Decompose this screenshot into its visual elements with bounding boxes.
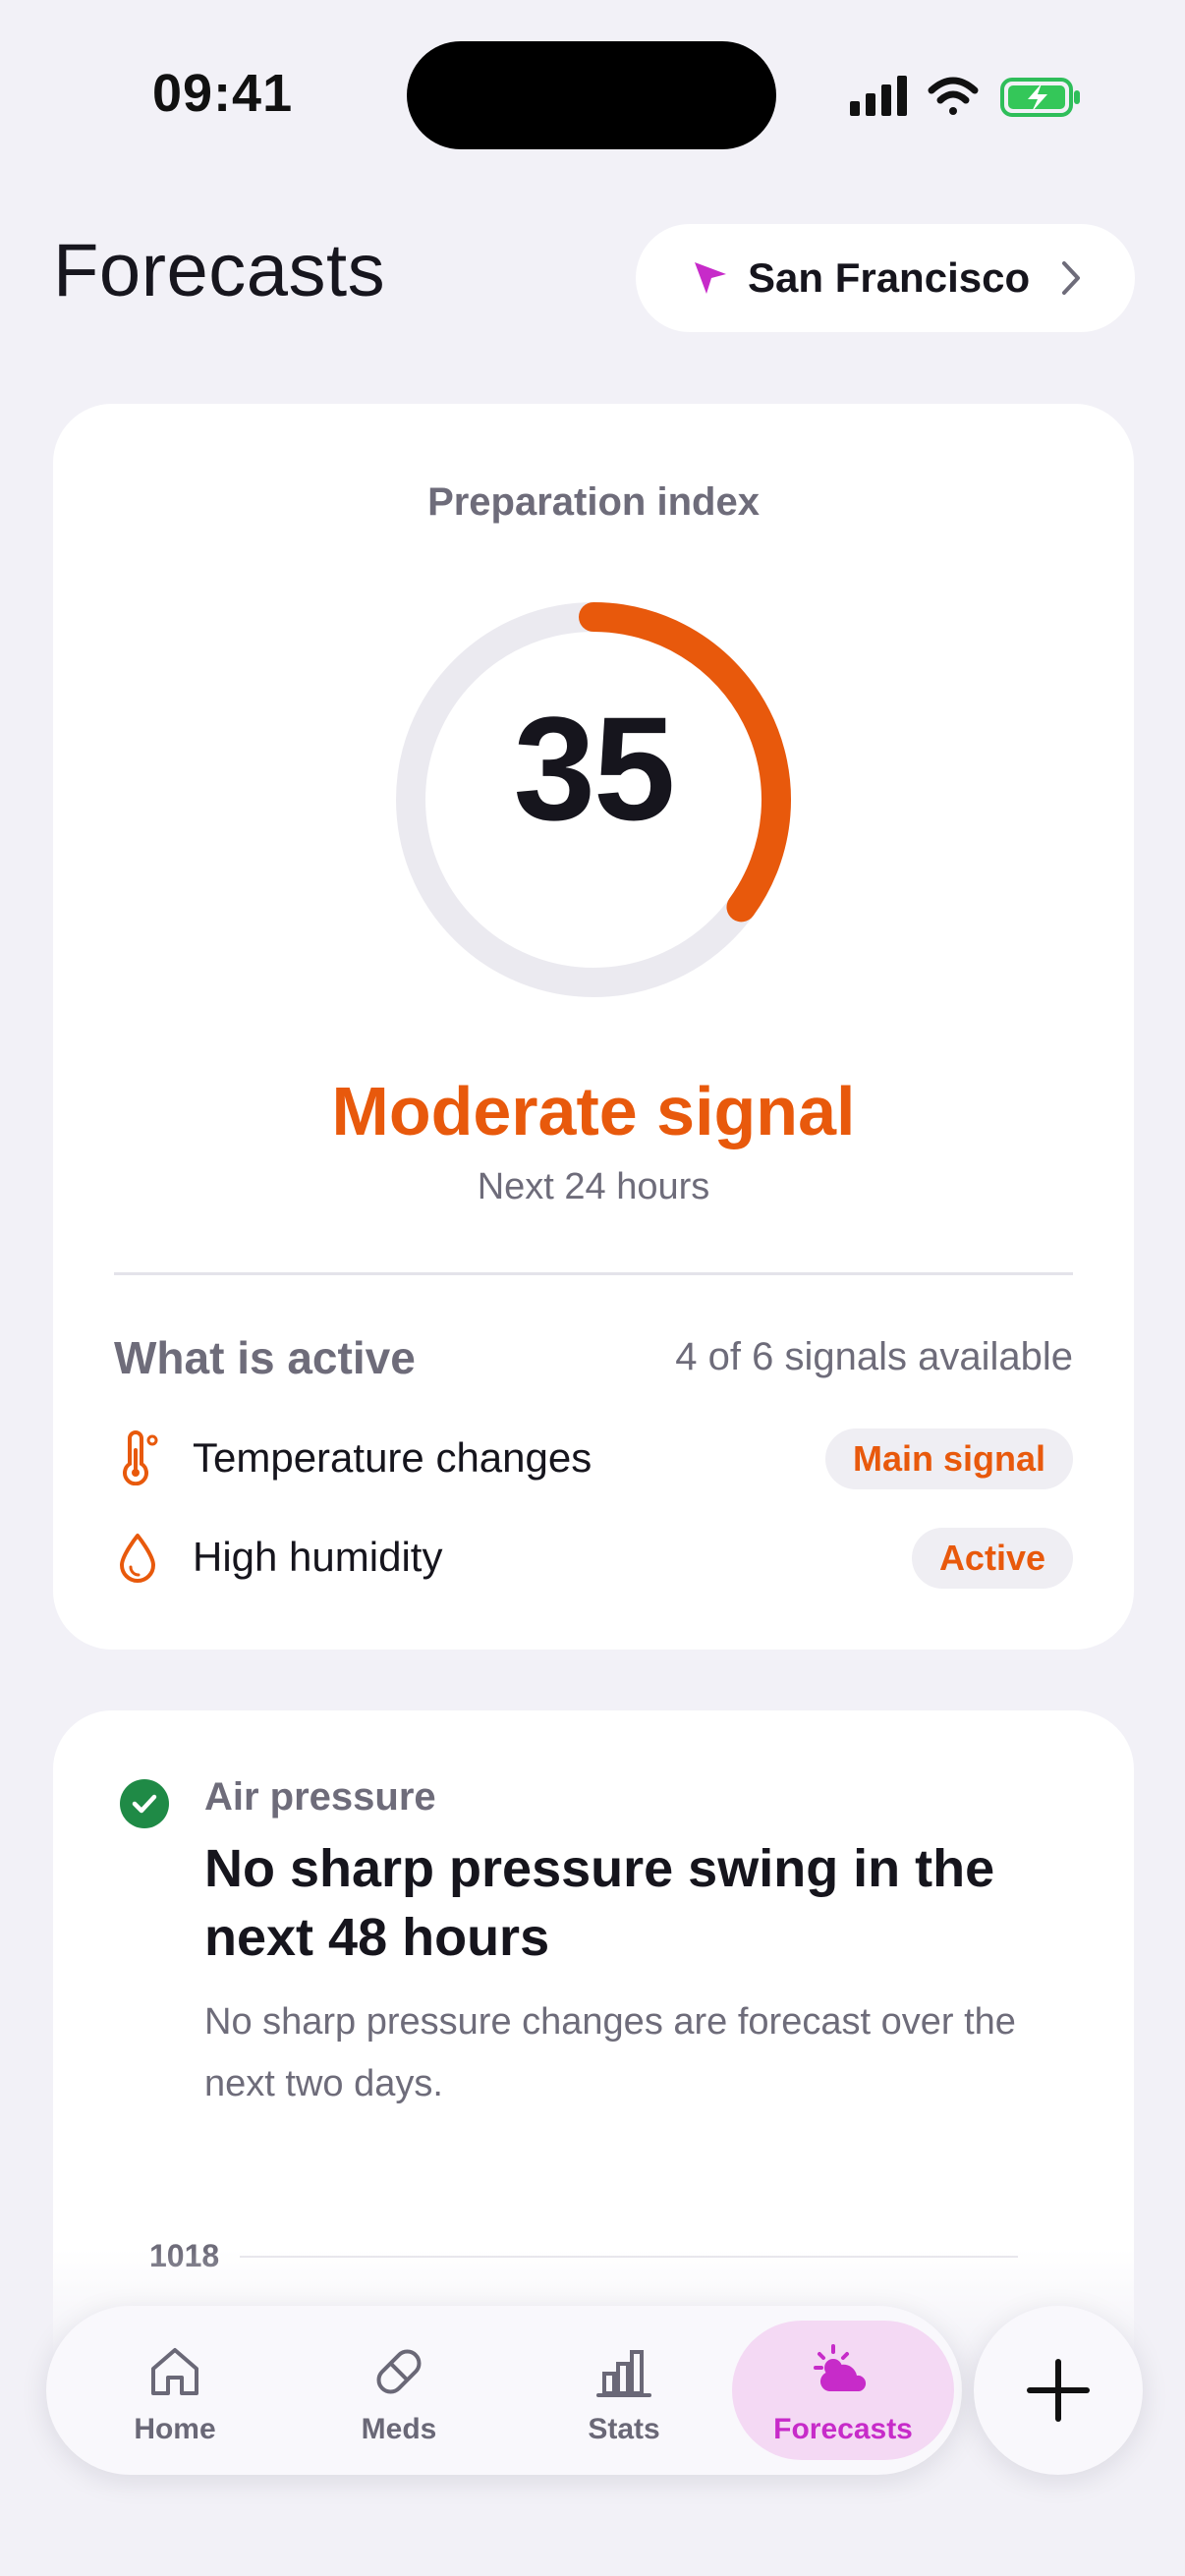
bar-chart-icon — [596, 2350, 651, 2397]
tab-stats[interactable]: Stats — [513, 2321, 735, 2460]
preparation-index-card: Preparation index 35 Moderate signal Nex… — [53, 404, 1134, 1650]
droplet-icon — [120, 1534, 155, 1583]
add-button[interactable] — [974, 2306, 1143, 2475]
thermometer-icon — [123, 1430, 158, 1485]
tab-label: Home — [134, 2413, 216, 2445]
location-selector-button[interactable]: San Francisco — [636, 224, 1135, 332]
status-badge: Main signal — [824, 1428, 1073, 1489]
pressure-title: No sharp pressure swing in the next 48 h… — [204, 1839, 995, 1967]
active-count: 4 of 6 signals available — [675, 1335, 1073, 1378]
index-label: Preparation index — [427, 480, 760, 524]
tab-home[interactable]: Home — [64, 2321, 286, 2460]
tab-meds[interactable]: Meds — [288, 2321, 510, 2460]
index-value: 35 — [513, 686, 676, 851]
home-icon — [151, 2348, 198, 2395]
chevron-right-icon — [1062, 261, 1080, 295]
location-label: San Francisco — [748, 254, 1031, 301]
divider — [114, 1272, 1073, 1275]
factor-row-temperature: Temperature changes Main signal — [114, 1424, 1073, 1492]
wifi-icon — [928, 77, 979, 115]
signal-level: Moderate signal — [331, 1073, 856, 1149]
factor-row-humidity: High humidity Active — [114, 1523, 1073, 1592]
status-badge: Active — [911, 1528, 1073, 1589]
factor-label: Temperature changes — [193, 1434, 592, 1481]
signal-timeframe: Next 24 hours — [477, 1166, 710, 1207]
dynamic-island — [407, 41, 776, 149]
location-arrow-icon — [695, 262, 726, 294]
factor-label: High humidity — [193, 1534, 443, 1580]
check-circle-icon — [120, 1779, 169, 1828]
status-icons — [850, 76, 1080, 117]
pressure-description: No sharp pressure changes are forecast o… — [204, 2001, 1016, 2104]
tab-label: Meds — [361, 2413, 437, 2445]
battery-icon — [1000, 78, 1080, 117]
plus-icon — [1027, 2359, 1090, 2422]
tab-label: Stats — [588, 2413, 660, 2445]
pressure-kicker: Air pressure — [204, 1775, 436, 1819]
active-heading: What is active — [114, 1332, 416, 1383]
cellular-signal-icon — [850, 76, 907, 116]
page-title: Forecasts — [53, 229, 386, 312]
pill-icon — [376, 2349, 422, 2394]
tab-bar: Home Meds Stats Forecasts — [46, 2306, 962, 2475]
status-bar: 09:41 — [0, 0, 1185, 196]
tab-forecasts[interactable]: Forecasts — [732, 2321, 954, 2460]
status-time: 09:41 — [152, 64, 294, 123]
tab-label: Forecasts — [773, 2413, 913, 2445]
cloud-sun-icon — [814, 2344, 867, 2391]
